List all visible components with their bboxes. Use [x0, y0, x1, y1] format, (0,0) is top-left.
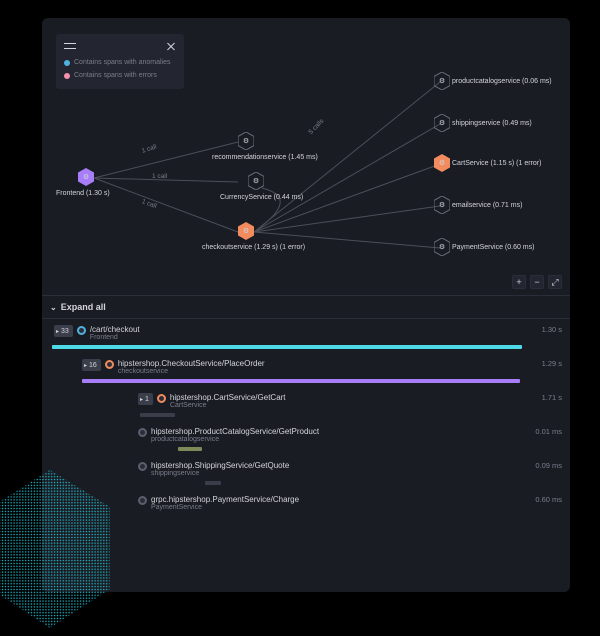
gear-icon: ⚙ [253, 177, 259, 185]
span-count-value: 33 [61, 328, 69, 335]
node-email[interactable]: ⚙ [434, 196, 450, 214]
gear-icon: ⚙ [243, 227, 249, 235]
node-payment[interactable]: ⚙ [434, 238, 450, 256]
gear-icon: ⚙ [83, 173, 89, 181]
span-duration: 1.29 s [526, 359, 562, 368]
status-ring-icon [138, 462, 147, 471]
span-name: hipstershop.CheckoutService/PlaceOrder [118, 359, 265, 368]
chevron-down-icon: ⌄ [50, 303, 57, 312]
span-count-chip[interactable]: ▸16 [82, 359, 101, 371]
zoom-controls: + − ⤢ [512, 275, 562, 289]
node-email-label: emailservice (0.71 ms) [452, 202, 522, 209]
node-recommendation[interactable]: ⚙ [238, 132, 254, 150]
span-bar-track [136, 481, 522, 485]
span-row[interactable]: ▸1 hipstershop.CartService/GetCartCartSer… [42, 387, 570, 421]
zoom-fit-button[interactable]: ⤢ [548, 275, 562, 289]
node-cart-label: CartService (1.15 s) (1 error) [452, 160, 541, 167]
service-map[interactable]: Contains spans with anomalies Contains s… [42, 18, 570, 296]
zoom-in-button[interactable]: + [512, 275, 526, 289]
node-payment-label: PaymentService (0.60 ms) [452, 244, 534, 251]
span-count-value: 1 [145, 396, 149, 403]
node-recommendation-label: recommendationservice (1.45 ms) [212, 154, 318, 161]
span-bar-track [136, 447, 522, 451]
gear-icon: ⚙ [439, 159, 445, 167]
zoom-out-button[interactable]: − [530, 275, 544, 289]
chevron-right-icon: ▸ [140, 396, 143, 403]
span-bar-track [80, 379, 522, 383]
span-service: PaymentService [151, 504, 299, 511]
node-productcatalog[interactable]: ⚙ [434, 72, 450, 90]
node-currency[interactable]: ⚙ [248, 172, 264, 190]
chevron-right-icon: ▸ [56, 328, 59, 335]
node-frontend[interactable]: ⚙ [78, 168, 94, 186]
span-service: CartService [170, 402, 286, 409]
span-service: productcatalogservice [151, 436, 319, 443]
span-count-value: 16 [89, 362, 97, 369]
span-bar [205, 481, 220, 485]
status-ring-icon [105, 360, 114, 369]
span-row[interactable]: ▸33/cart/checkoutFrontend 1.30 s [42, 319, 570, 353]
span-name: grpc.hipstershop.PaymentService/Charge [151, 495, 299, 504]
node-currency-label: CurrencyService (0.44 ms) [220, 194, 303, 201]
span-count-chip[interactable]: ▸1 [138, 393, 153, 405]
span-bar [178, 447, 201, 451]
span-duration: 0.60 ms [526, 495, 562, 504]
expand-all-label: Expand all [61, 302, 106, 312]
gear-icon: ⚙ [439, 201, 445, 209]
node-cart[interactable]: ⚙ [434, 154, 450, 172]
edge-label: 1 call [152, 173, 167, 180]
span-row[interactable]: ▸16 hipstershop.CheckoutService/PlaceOrde… [42, 353, 570, 387]
status-ring-icon [138, 496, 147, 505]
span-duration: 0.01 ms [526, 427, 562, 436]
span-bar-track [52, 345, 522, 349]
span-name: hipstershop.CartService/GetCart [170, 393, 286, 402]
span-bar [140, 413, 175, 417]
node-checkout-label: checkoutservice (1.29 s) (1 error) [202, 244, 305, 251]
span-bar-track [136, 413, 522, 417]
span-name: hipstershop.ProductCatalogService/GetPro… [151, 427, 319, 436]
span-duration: 1.71 s [526, 393, 562, 402]
span-name: hipstershop.ShippingService/GetQuote [151, 461, 289, 470]
chevron-right-icon: ▸ [84, 362, 87, 369]
decorative-cube-icon [0, 461, 125, 636]
status-ring-icon [138, 428, 147, 437]
span-service: Frontend [90, 334, 140, 341]
span-service: shippingservice [151, 470, 289, 477]
node-checkout[interactable]: ⚙ [238, 222, 254, 240]
span-bar [82, 379, 520, 383]
status-ring-icon [77, 326, 86, 335]
span-name: /cart/checkout [90, 325, 140, 334]
node-shipping[interactable]: ⚙ [434, 114, 450, 132]
node-shipping-label: shippingservice (0.49 ms) [452, 120, 532, 127]
span-service: checkoutservice [118, 368, 265, 375]
status-ring-icon [157, 394, 166, 403]
node-productcatalog-label: productcatalogservice (0.06 ms) [452, 78, 552, 85]
expand-all-toggle[interactable]: ⌄ Expand all [42, 296, 570, 319]
gear-icon: ⚙ [243, 137, 249, 145]
gear-icon: ⚙ [439, 77, 445, 85]
node-frontend-label: Frontend (1.30 s) [56, 190, 110, 197]
span-count-chip[interactable]: ▸33 [54, 325, 73, 337]
gear-icon: ⚙ [439, 119, 445, 127]
gear-icon: ⚙ [439, 243, 445, 251]
span-bar [52, 345, 522, 349]
span-duration: 0.09 ms [526, 461, 562, 470]
span-row[interactable]: hipstershop.ProductCatalogService/GetPro… [42, 421, 570, 455]
span-duration: 1.30 s [526, 325, 562, 334]
